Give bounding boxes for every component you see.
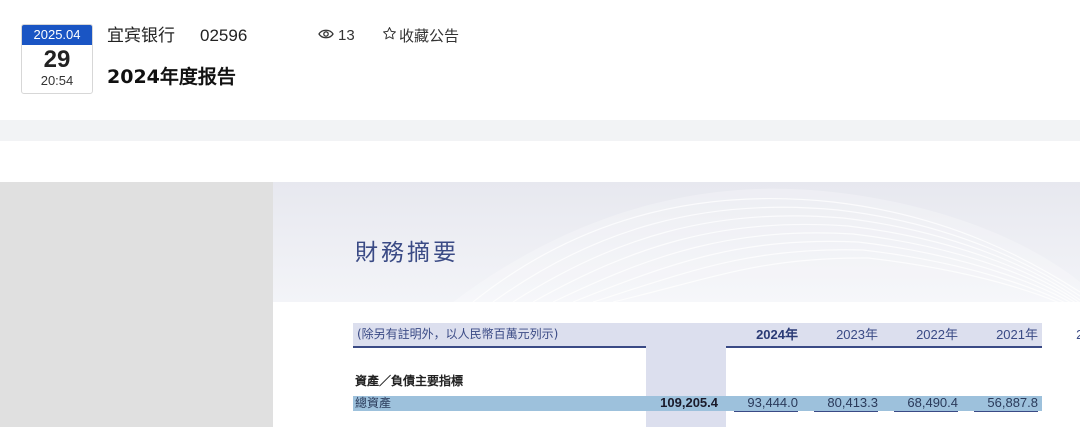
table-cell: 109,205.4: [660, 395, 718, 410]
row-label: 總資產: [355, 396, 392, 410]
cell-underline: [814, 411, 878, 412]
cell-underline: [734, 411, 798, 412]
announcement-header: 2025.04 29 20:54 宜宾银行 02596 13 收藏公告 2024…: [0, 0, 1080, 120]
table-cell: 80,413.3: [827, 395, 878, 410]
table-header: (除另有註明外，以人民幣百萬元列示) 2024年 2023年 2022年 202…: [353, 323, 1080, 348]
publish-date-card: 2025.04 29 20:54: [21, 24, 93, 94]
stock-code[interactable]: 02596: [200, 24, 247, 48]
year-header: 2024年: [756, 327, 798, 342]
cell-underline: [974, 411, 1038, 412]
table-cell: 68,490.4: [907, 395, 958, 410]
year-header: 2020年: [1076, 327, 1080, 342]
publish-year-month: 2025.04: [22, 25, 92, 45]
eye-icon: [318, 26, 334, 46]
year-header: 2023年: [836, 327, 878, 342]
pdf-viewer[interactable]: 財務摘要 (除另有註明外，以人民幣百萬元列示) 2024年 2023年 2022…: [0, 182, 1080, 427]
favorite-label: 收藏公告: [399, 27, 460, 45]
favorite-button[interactable]: 收藏公告: [382, 26, 459, 46]
page-banner: 財務摘要: [273, 182, 1080, 302]
table-unit-note: (除另有註明外，以人民幣百萬元列示): [357, 327, 559, 341]
table-cell: 93,444.0: [747, 395, 798, 410]
section-divider: [0, 120, 1080, 141]
view-count-value: 13: [338, 27, 355, 44]
year-header: 2021年: [996, 327, 1038, 342]
publish-time: 20:54: [40, 73, 74, 88]
table-group-label: 資產／負債主要指標: [355, 374, 464, 388]
publish-day: 29: [43, 46, 71, 73]
pdf-page: 財務摘要 (除另有註明外，以人民幣百萬元列示) 2024年 2023年 2022…: [273, 182, 1080, 427]
star-outline-icon: [382, 26, 397, 46]
year-header: 2022年: [916, 327, 958, 342]
viewer-top-gap: [0, 141, 1080, 182]
section-title: 財務摘要: [355, 240, 459, 266]
document-title: 2024年度报告: [107, 66, 236, 88]
company-name[interactable]: 宜宾银行: [107, 24, 175, 48]
current-year-column: [646, 346, 726, 427]
view-count: 13: [318, 26, 355, 46]
cell-underline: [894, 411, 958, 412]
table-cell: 56,887.8: [987, 395, 1038, 410]
